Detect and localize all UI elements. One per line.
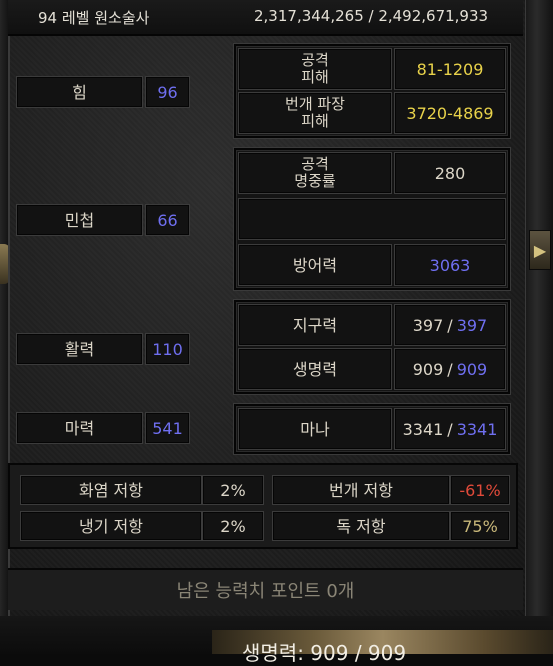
attribute-energy: 마력 541 — [16, 412, 192, 446]
damage-block: 공격 피해 81-1209 번개 파장 피해 3720-4869 — [234, 44, 510, 138]
separator: / — [447, 315, 453, 335]
rating-block: 공격 명중률 280 방어력 3063 — [234, 148, 510, 290]
attribute-vitality: 활력 110 — [16, 333, 192, 367]
life-max: 909 — [456, 359, 488, 379]
fire-resist-label: 화염 저항 — [20, 475, 202, 505]
stamina-value: 397 / 397 — [394, 304, 506, 346]
life-readout: 생명력: 909 / 909 — [242, 641, 407, 665]
mana-value: 3341 / 3341 — [394, 408, 506, 450]
attribute-label: 힘 — [16, 76, 143, 108]
empty-row — [238, 198, 506, 240]
attribute-strength: 힘 96 — [16, 76, 192, 110]
experience-value: 2,317,344,265 / 2,492,671,933 — [254, 7, 489, 25]
attribute-dexterity: 민첩 66 — [16, 204, 192, 238]
resistances-area: 화염 저항 2% 번개 저항 -61% 냉기 저항 2% 독 저항 75% — [8, 463, 518, 549]
separator: / — [447, 419, 453, 439]
expand-arrow-button[interactable]: ▶ — [529, 230, 551, 270]
separator: / — [447, 359, 453, 379]
vitals-block: 지구력 397 / 397 생명력 909 / 909 — [234, 300, 510, 394]
defense-label: 방어력 — [238, 244, 392, 286]
attack-damage-value: 81-1209 — [394, 48, 506, 90]
header-bar: 94 레벨 원소술사 2,317,344,265 / 2,492,671,933 — [8, 0, 523, 36]
stamina-max: 397 — [456, 315, 488, 335]
mana-label: 마나 — [238, 408, 392, 450]
lightning-damage-value: 3720-4869 — [394, 92, 506, 134]
level-class-label: 94 레벨 원소술사 — [38, 9, 150, 27]
attribute-value: 96 — [145, 76, 190, 108]
arrow-right-icon: ▶ — [533, 240, 547, 260]
poison-resist-value: 75% — [450, 511, 510, 541]
right-frame — [526, 0, 553, 654]
defense-value: 3063 — [394, 244, 506, 286]
attack-damage-label: 공격 피해 — [238, 48, 392, 90]
cold-resist-value: 2% — [202, 511, 264, 541]
lightning-resist-label: 번개 저항 — [272, 475, 450, 505]
life-current: 909 — [412, 359, 444, 379]
attribute-value: 110 — [145, 333, 190, 365]
attack-rating-label: 공격 명중률 — [238, 152, 392, 194]
remaining-points-label: 남은 능력치 포인트 0개 — [176, 581, 355, 602]
poison-resist-label: 독 저항 — [272, 511, 450, 541]
mana-block: 마나 3341 / 3341 — [234, 404, 510, 454]
fire-resist-value: 2% — [202, 475, 264, 505]
lightning-resist-value: -61% — [450, 475, 510, 505]
lightning-damage-label: 번개 파장 피해 — [238, 92, 392, 134]
remaining-points-bar: 남은 능력치 포인트 0개 — [8, 568, 523, 610]
stamina-label: 지구력 — [238, 304, 392, 346]
attribute-value: 541 — [145, 412, 190, 444]
attribute-label: 민첩 — [16, 204, 143, 236]
mana-current: 3341 — [402, 419, 444, 439]
attribute-value: 66 — [145, 204, 190, 236]
stamina-current: 397 — [412, 315, 444, 335]
life-label: 생명력 — [238, 348, 392, 390]
life-value: 909 / 909 — [394, 348, 506, 390]
mana-max: 3341 — [456, 419, 498, 439]
cold-resist-label: 냉기 저항 — [20, 511, 202, 541]
attribute-label: 활력 — [16, 333, 143, 365]
attribute-label: 마력 — [16, 412, 143, 444]
attack-rating-value: 280 — [394, 152, 506, 194]
left-frame — [0, 0, 8, 654]
